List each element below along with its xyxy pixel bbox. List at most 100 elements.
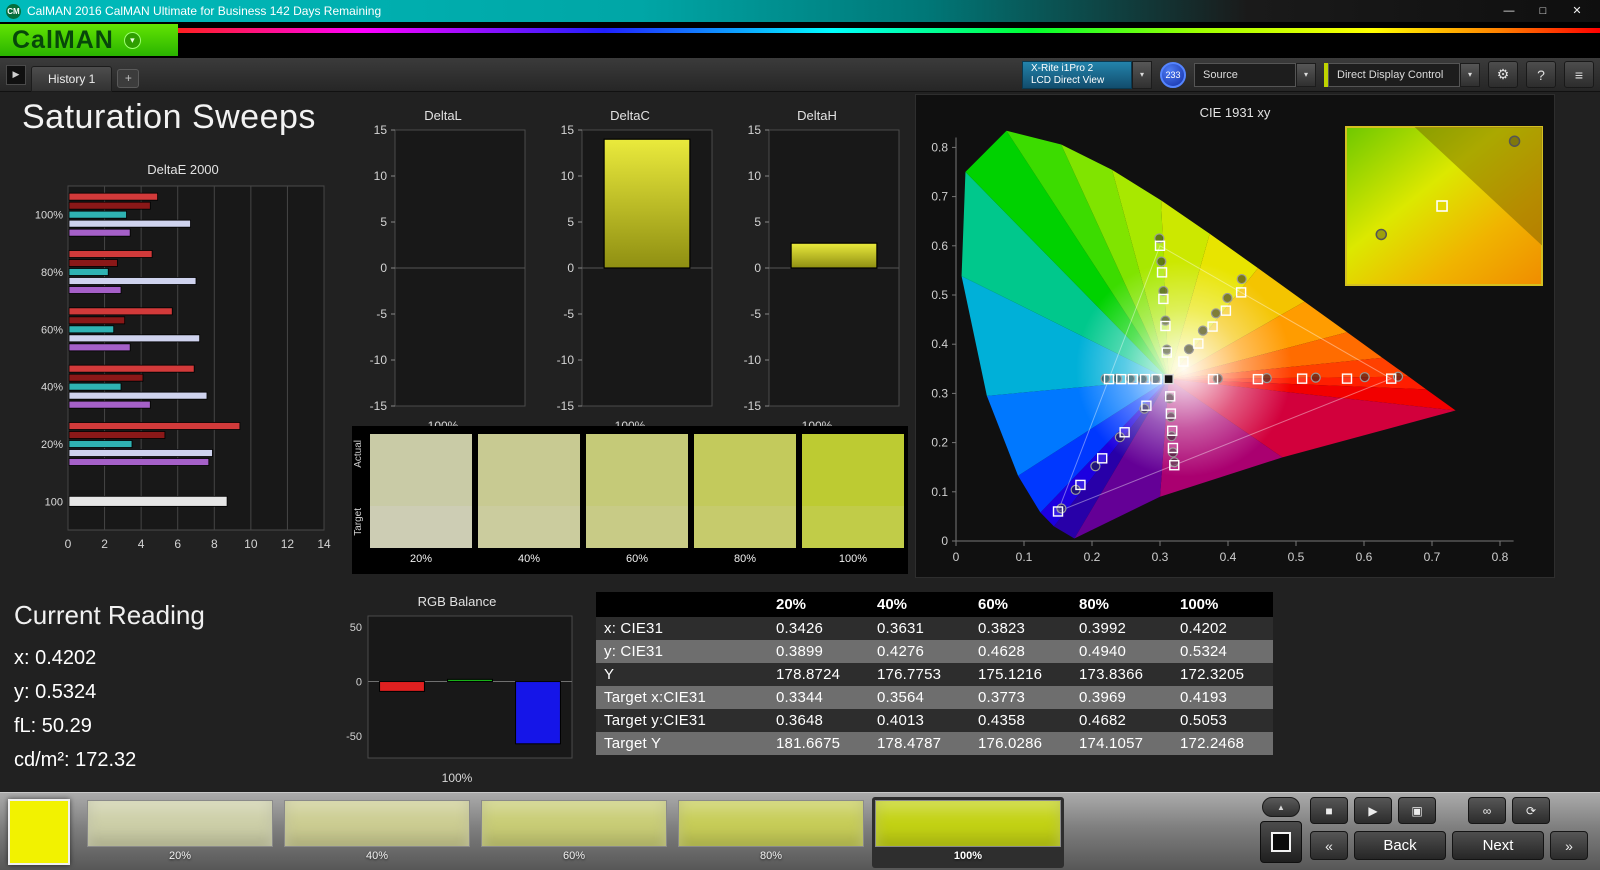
titlebar: CM CalMAN 2016 CalMAN Ultimate for Busin… — [0, 0, 1600, 22]
meter-line1: X-Rite i1Pro 2 — [1031, 62, 1094, 74]
swatch-label: 20% — [409, 553, 433, 565]
svg-text:-5: -5 — [563, 307, 574, 321]
table-cell: 0.3648 — [768, 709, 869, 732]
continuous-loop-icon[interactable]: ∞ — [1468, 797, 1506, 824]
table-cell: 178.8724 — [768, 663, 869, 686]
patch-label: 100% — [953, 850, 983, 862]
chevron-down-icon[interactable]: ▾ — [1460, 62, 1480, 87]
svg-text:-50: -50 — [346, 731, 362, 743]
svg-text:15: 15 — [748, 124, 762, 137]
patch-color — [87, 800, 273, 847]
svg-text:0.5: 0.5 — [931, 288, 948, 302]
next-button[interactable]: Next — [1452, 831, 1544, 860]
rgb-balance-plot: 50 0 -50 — [346, 615, 573, 759]
svg-text:60%: 60% — [41, 324, 63, 336]
target-swatch — [802, 506, 904, 548]
calman-app-window: CM CalMAN 2016 CalMAN Ultimate for Busin… — [0, 0, 1600, 870]
svg-text:-15: -15 — [557, 399, 575, 413]
patch-button-60%[interactable]: 60% — [478, 797, 670, 868]
meter-status-badge: 233 — [1160, 61, 1186, 88]
table-cell: 0.3899 — [768, 640, 869, 663]
window-controls: — □ ✕ — [1492, 1, 1594, 21]
nav-row: « Back Next » — [1310, 831, 1588, 860]
table-cell: 178.4787 — [869, 732, 970, 755]
svg-text:0.1: 0.1 — [1016, 550, 1033, 564]
pattern-window-button[interactable] — [1260, 821, 1302, 863]
chevron-down-icon[interactable]: ▾ — [1132, 60, 1152, 89]
patch-button-20%[interactable]: 20% — [84, 797, 276, 868]
svg-text:0.2: 0.2 — [1084, 550, 1101, 564]
patch-label: 60% — [562, 850, 586, 862]
prev-page-icon[interactable]: « — [1310, 831, 1348, 860]
patch-label: 40% — [365, 850, 389, 862]
table-corner — [596, 592, 768, 617]
svg-text:-5: -5 — [376, 307, 387, 321]
svg-text:0: 0 — [567, 261, 574, 275]
patch-color — [284, 800, 470, 847]
patch-label: 80% — [759, 850, 783, 862]
table-row-label: y: CIE31 — [596, 640, 768, 663]
help-icon[interactable]: ? — [1526, 61, 1556, 88]
window-icon — [1271, 832, 1291, 852]
table-cell: 173.8366 — [1071, 663, 1172, 686]
capture-icon[interactable]: ▣ — [1398, 797, 1436, 824]
minimize-button[interactable]: — — [1492, 1, 1526, 21]
table-cell: 0.3969 — [1071, 686, 1172, 709]
display-control-dropdown[interactable]: Direct Display Control ▾ — [1324, 62, 1480, 87]
table-row-label: Y — [596, 663, 768, 686]
swatch-label: 100% — [838, 553, 868, 565]
panel-toggle-icon[interactable]: ≡ — [1564, 61, 1594, 88]
svg-text:14: 14 — [317, 537, 331, 551]
stop-icon[interactable]: ■ — [1310, 797, 1348, 824]
table-cell: 174.1057 — [1071, 732, 1172, 755]
next-page-icon[interactable]: » — [1550, 831, 1588, 860]
logo-dropdown-icon[interactable]: ▾ — [123, 31, 141, 49]
svg-text:10: 10 — [561, 169, 575, 183]
svg-text:0.2: 0.2 — [931, 436, 948, 450]
svg-text:0.5: 0.5 — [1288, 550, 1305, 564]
svg-text:0: 0 — [65, 537, 72, 551]
meter-dropdown[interactable]: X-Rite i1Pro 2 LCD Direct View ▾ — [1022, 60, 1152, 89]
table-cell: 0.4193 — [1172, 686, 1273, 709]
patch-button-40%[interactable]: 40% — [281, 797, 473, 868]
add-tab-button[interactable]: + — [117, 69, 140, 88]
maximize-button[interactable]: □ — [1526, 1, 1560, 21]
table-cell: 0.3564 — [869, 686, 970, 709]
session-arrow-button[interactable]: ▶ — [6, 64, 26, 85]
svg-text:-10: -10 — [557, 353, 575, 367]
source-dropdown[interactable]: Source ▾ — [1194, 62, 1316, 87]
svg-text:-15: -15 — [744, 399, 762, 413]
svg-text:0.8: 0.8 — [1492, 550, 1509, 564]
play-icon[interactable]: ▶ — [1354, 797, 1392, 824]
settings-gear-icon[interactable]: ⚙ — [1488, 61, 1518, 88]
cie-plot: 0 0.1 0.2 0.3 0.4 0.5 0.6 0.7 0.8 0 0.1 0.2 0.3 0.4 0.… — [931, 126, 1543, 564]
svg-text:100%: 100% — [35, 210, 63, 222]
patch-button-100%[interactable]: 100% — [872, 797, 1064, 868]
brand-bar: CalMAN ▾ — [0, 22, 1600, 58]
patch-color — [678, 800, 864, 847]
cie-chart: 0 0.1 0.2 0.3 0.4 0.5 0.6 0.7 0.8 0 0.1 0.2 0.3 0.4 0.… — [915, 94, 1555, 578]
table-col-header: 40% — [869, 592, 970, 617]
back-button[interactable]: Back — [1354, 831, 1446, 860]
meter-label: X-Rite i1Pro 2 LCD Direct View — [1022, 60, 1132, 89]
deltac-title: DeltaC — [610, 108, 650, 123]
table-cell: 0.4682 — [1071, 709, 1172, 732]
close-button[interactable]: ✕ — [1560, 1, 1594, 21]
patch-color — [875, 800, 1061, 847]
deltac-chart: DeltaC 151050-5-10-15 100% — [542, 108, 718, 435]
collapse-up-icon[interactable]: ▲ — [1262, 797, 1300, 817]
calman-logo-button[interactable]: CalMAN ▾ — [0, 24, 178, 56]
svg-text:0.6: 0.6 — [1356, 550, 1373, 564]
rgb-xlabel: 100% — [441, 771, 473, 785]
patch-button-80%[interactable]: 80% — [675, 797, 867, 868]
table-cell: 0.4628 — [970, 640, 1071, 663]
svg-text:0.7: 0.7 — [931, 190, 948, 204]
refresh-icon[interactable]: ⟳ — [1512, 797, 1550, 824]
table-row-label: x: CIE31 — [596, 617, 768, 640]
chevron-down-icon[interactable]: ▾ — [1296, 62, 1316, 87]
svg-text:0: 0 — [941, 534, 948, 548]
table-cell: 0.3992 — [1071, 617, 1172, 640]
logo-text: CalMAN — [12, 25, 114, 54]
tab-history-1[interactable]: History 1 — [31, 65, 113, 92]
table-col-header: 60% — [970, 592, 1071, 617]
